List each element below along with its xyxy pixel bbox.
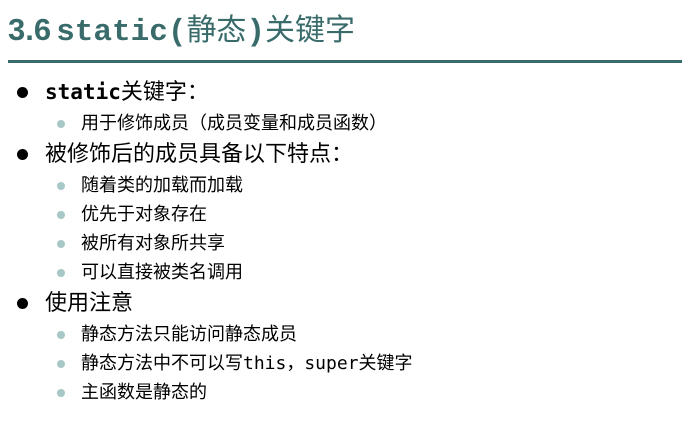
section-heading: static关键字： [45,76,209,109]
title-divider [8,60,682,63]
list-item-text: 被所有对象所共享 [81,233,225,254]
list-item-suffix: 关键字 [358,353,413,374]
list-item-text: 可以直接被类名调用 [81,262,243,283]
list-item: 静态方法只能访问静态成员 [0,320,690,349]
slide-title: 3.6 static(静态)关键字 [8,8,355,52]
list-item-text: 主函数是静态的 [81,382,207,403]
slide-content: static关键字： 用于修饰成员（成员变量和成员函数） 被修饰后的成员具备以下… [0,76,690,407]
list-item: 主函数是静态的 [0,378,690,407]
list-item: 优先于对象存在 [0,200,690,229]
title-code: static( [56,15,187,50]
list-item: 静态方法中不可以写this，super关键字 [0,349,690,378]
sub-bullet-icon [57,331,65,339]
list-item-text: 静态方法只能访问静态成员 [81,324,297,345]
list-item: 用于修饰成员（成员变量和成员函数） [0,109,690,138]
title-cjk-keyword: 关键字 [265,13,356,48]
bullet-icon [17,298,28,309]
section-heading-code: static [45,80,121,104]
list-item-text: 用于修饰成员（成员变量和成员函数） [81,113,387,134]
list-item: 随着类的加载而加载 [0,171,690,200]
title-number: 3.6 [8,12,52,47]
section-heading-label: 关键字： [120,80,209,105]
list-item-text: 静态方法中不可以写this，super关键字 [81,349,413,378]
list-item-text: 随着类的加载而加载 [81,175,243,196]
section-heading: 被修饰后的成员具备以下特点： [45,142,354,167]
section-static-keyword: static关键字： [0,76,690,109]
sub-bullet-icon [57,360,65,368]
list-item: 被所有对象所共享 [0,229,690,258]
title-cjk-static: 静态 [186,13,247,48]
bullet-icon [17,149,28,160]
sub-bullet-icon [57,182,65,190]
sub-bullet-icon [57,240,65,248]
list-item-text: 优先于对象存在 [81,204,207,225]
section-features: 被修饰后的成员具备以下特点： [0,138,690,171]
list-item-code: this，super [243,353,359,374]
section-heading: 使用注意 [45,291,134,316]
sub-bullet-icon [57,269,65,277]
bullet-icon [17,87,28,98]
sub-bullet-icon [57,389,65,397]
list-item: 可以直接被类名调用 [0,258,690,287]
section-usage-notes: 使用注意 [0,287,690,320]
sub-bullet-icon [57,120,65,128]
title-code-close: ) [246,15,266,50]
sub-bullet-icon [57,211,65,219]
list-item-prefix: 静态方法中不可以写 [81,353,243,374]
